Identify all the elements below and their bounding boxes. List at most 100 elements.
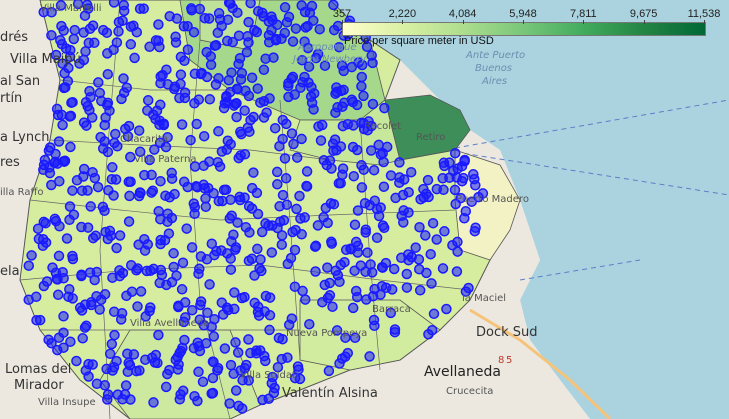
listing-marker[interactable] xyxy=(279,27,291,39)
listing-marker[interactable] xyxy=(294,190,305,202)
listing-marker[interactable] xyxy=(181,223,192,234)
listing-marker[interactable] xyxy=(458,172,469,184)
listing-marker[interactable] xyxy=(371,232,383,244)
listing-marker[interactable] xyxy=(324,290,336,301)
listing-marker[interactable] xyxy=(53,136,65,147)
listing-marker[interactable] xyxy=(331,82,342,93)
listing-marker[interactable] xyxy=(116,93,127,105)
listing-marker[interactable] xyxy=(56,20,67,32)
listing-marker[interactable] xyxy=(175,69,187,80)
listing-marker[interactable] xyxy=(251,347,262,359)
listing-marker[interactable] xyxy=(86,296,97,308)
listing-marker[interactable] xyxy=(325,198,337,209)
listing-marker[interactable] xyxy=(334,276,345,288)
listing-marker[interactable] xyxy=(115,314,127,325)
listing-marker[interactable] xyxy=(389,326,401,338)
listing-marker[interactable] xyxy=(207,356,219,367)
listing-marker[interactable] xyxy=(394,177,405,188)
listing-marker[interactable] xyxy=(91,266,103,278)
listing-marker[interactable] xyxy=(303,77,314,88)
listing-marker[interactable] xyxy=(71,355,82,367)
listing-marker[interactable] xyxy=(99,289,111,300)
listing-marker[interactable] xyxy=(51,273,63,285)
listing-marker[interactable] xyxy=(197,376,209,388)
listing-marker[interactable] xyxy=(168,261,179,273)
listing-marker[interactable] xyxy=(232,347,244,358)
listing-marker[interactable] xyxy=(252,83,263,94)
listing-marker[interactable] xyxy=(314,23,325,35)
listing-marker[interactable] xyxy=(264,324,275,336)
listing-marker[interactable] xyxy=(340,351,351,362)
listing-marker[interactable] xyxy=(356,160,367,171)
listing-marker[interactable] xyxy=(106,173,118,185)
listing-marker[interactable] xyxy=(58,311,69,322)
listing-marker[interactable] xyxy=(153,19,164,30)
listing-marker[interactable] xyxy=(93,77,104,88)
listing-marker[interactable] xyxy=(120,380,132,391)
listing-marker[interactable] xyxy=(198,130,210,142)
listing-marker[interactable] xyxy=(210,39,222,51)
listing-marker[interactable] xyxy=(55,35,66,46)
listing-marker[interactable] xyxy=(51,103,63,115)
listing-marker[interactable] xyxy=(236,403,248,414)
listing-marker[interactable] xyxy=(369,320,380,332)
listing-marker[interactable] xyxy=(310,266,321,277)
listing-marker[interactable] xyxy=(351,291,363,303)
listing-marker[interactable] xyxy=(367,98,379,110)
listing-marker[interactable] xyxy=(469,173,480,185)
listing-marker[interactable] xyxy=(246,72,258,83)
listing-marker[interactable] xyxy=(414,221,425,233)
listing-marker[interactable] xyxy=(80,46,91,57)
listing-marker[interactable] xyxy=(112,389,124,400)
listing-marker[interactable] xyxy=(113,26,124,37)
listing-marker[interactable] xyxy=(190,181,202,192)
listing-marker[interactable] xyxy=(310,240,322,252)
listing-marker[interactable] xyxy=(451,266,463,277)
listing-marker[interactable] xyxy=(81,120,92,131)
listing-marker[interactable] xyxy=(401,282,413,293)
listing-marker[interactable] xyxy=(378,181,390,192)
listing-marker[interactable] xyxy=(234,191,245,203)
listing-marker[interactable] xyxy=(287,36,299,47)
listing-marker[interactable] xyxy=(252,5,264,17)
listing-marker[interactable] xyxy=(153,206,164,217)
listing-marker[interactable] xyxy=(170,31,181,42)
listing-marker[interactable] xyxy=(236,292,248,304)
listing-marker[interactable] xyxy=(102,146,114,158)
listing-marker[interactable] xyxy=(176,284,188,295)
listing-marker[interactable] xyxy=(123,216,135,227)
listing-marker[interactable] xyxy=(87,20,99,31)
listing-marker[interactable] xyxy=(92,181,104,193)
listing-marker[interactable] xyxy=(351,144,363,156)
listing-marker[interactable] xyxy=(277,114,289,126)
listing-marker[interactable] xyxy=(249,25,260,36)
listing-marker[interactable] xyxy=(244,227,255,238)
listing-marker[interactable] xyxy=(114,270,126,282)
listing-marker[interactable] xyxy=(339,256,350,268)
listing-marker[interactable] xyxy=(425,248,436,260)
listing-marker[interactable] xyxy=(252,243,263,255)
listing-marker[interactable] xyxy=(118,5,130,17)
listing-marker[interactable] xyxy=(65,141,76,153)
listing-marker[interactable] xyxy=(243,255,255,266)
listing-marker[interactable] xyxy=(227,36,238,48)
listing-marker[interactable] xyxy=(142,239,154,250)
listing-marker[interactable] xyxy=(84,85,95,97)
listing-marker[interactable] xyxy=(148,397,159,408)
listing-marker[interactable] xyxy=(76,270,87,282)
listing-marker[interactable] xyxy=(431,183,443,195)
listing-marker[interactable] xyxy=(264,93,275,104)
listing-marker[interactable] xyxy=(101,27,113,38)
listing-marker[interactable] xyxy=(192,395,203,407)
listing-marker[interactable] xyxy=(109,329,120,341)
listing-marker[interactable] xyxy=(349,265,360,276)
listing-marker[interactable] xyxy=(225,253,236,264)
listing-marker[interactable] xyxy=(186,3,197,14)
listing-marker[interactable] xyxy=(273,332,285,344)
listing-marker[interactable] xyxy=(423,191,434,203)
listing-marker[interactable] xyxy=(296,133,307,145)
listing-marker[interactable] xyxy=(95,131,106,143)
listing-marker[interactable] xyxy=(63,291,74,302)
listing-marker[interactable] xyxy=(193,268,204,279)
listing-marker[interactable] xyxy=(381,141,393,153)
